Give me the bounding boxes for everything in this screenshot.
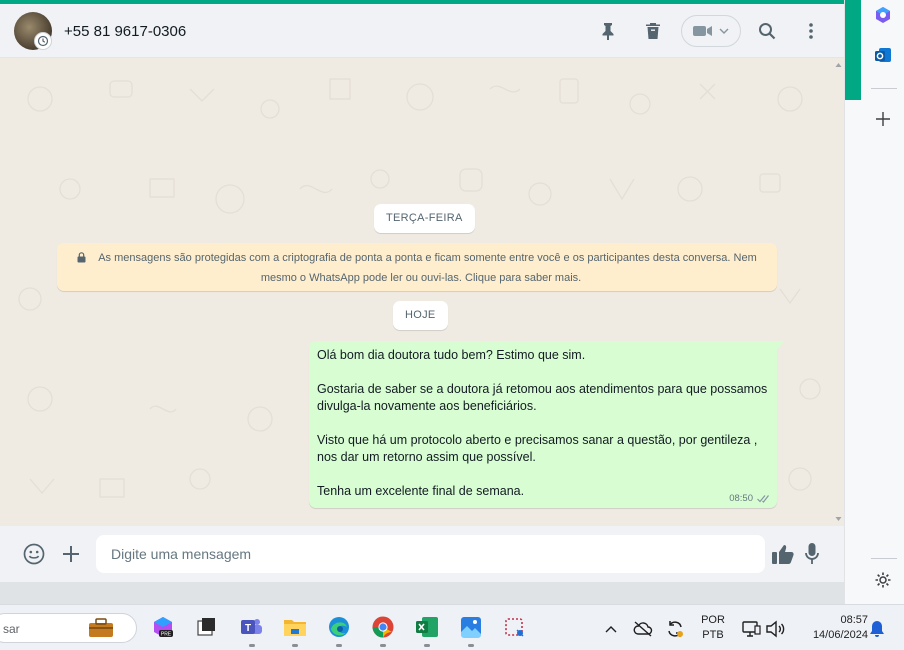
running-indicator	[336, 644, 342, 647]
running-indicator	[468, 644, 474, 647]
running-indicator	[424, 644, 430, 647]
svg-text:PRE: PRE	[161, 632, 172, 638]
network-icon[interactable]	[740, 618, 762, 640]
window-edge	[845, 0, 861, 100]
message-composer	[0, 526, 844, 582]
status-badge-icon	[34, 32, 52, 50]
running-indicator	[249, 644, 255, 647]
thumbs-up-icon[interactable]	[769, 540, 797, 568]
encryption-notice-text: As mensagens são protegidas com a cripto…	[98, 252, 757, 284]
photos-icon[interactable]	[458, 614, 484, 640]
snipping-tool-icon[interactable]	[502, 614, 528, 640]
windows-taskbar: sar PRE T POR PTB 08:57 14/06/2024	[0, 604, 904, 650]
running-indicator	[380, 644, 386, 647]
search-icon[interactable]	[754, 18, 780, 44]
taskbar-search-text: sar	[3, 622, 20, 636]
delete-icon[interactable]	[640, 18, 666, 44]
copilot-icon[interactable]	[872, 4, 894, 26]
pin-icon[interactable]	[595, 18, 621, 44]
teams-icon[interactable]: T	[238, 614, 264, 640]
volume-icon[interactable]	[764, 618, 786, 640]
attach-plus-icon[interactable]	[57, 540, 85, 568]
notification-bell-icon[interactable]	[866, 618, 888, 640]
sync-icon[interactable]	[664, 618, 686, 640]
outgoing-message-bubble[interactable]: Olá bom dia doutora tudo bem? Estimo que…	[309, 341, 777, 508]
language-code: POR	[701, 614, 725, 626]
running-indicator	[292, 644, 298, 647]
message-input[interactable]	[96, 535, 765, 573]
language-indicator[interactable]: POR PTB	[696, 613, 730, 643]
gear-icon[interactable]	[872, 569, 894, 591]
menu-dots-icon[interactable]	[798, 18, 824, 44]
date-pill-today: HOJE	[393, 301, 448, 330]
add-app-icon[interactable]	[872, 108, 894, 130]
contact-name[interactable]: +55 81 9617-0306	[64, 23, 186, 40]
message-text: Olá bom dia doutora tudo bem? Estimo que…	[317, 348, 768, 498]
briefcase-icon	[89, 618, 113, 637]
lock-icon	[77, 252, 86, 263]
outlook-icon[interactable]	[872, 44, 894, 66]
file-explorer-icon[interactable]	[282, 614, 308, 640]
message-time: 08:50	[729, 493, 753, 504]
bubble-tail	[777, 341, 785, 350]
chat-scrollbar[interactable]	[833, 59, 844, 525]
date-pill-tuesday: TERÇA-FEIRA	[374, 204, 475, 233]
excel-icon[interactable]	[414, 614, 440, 640]
svg-text:T: T	[245, 623, 251, 634]
clock-date: 14/06/2024	[812, 629, 868, 641]
double-check-icon	[757, 495, 769, 503]
chrome-icon[interactable]	[370, 614, 396, 640]
chevron-up-icon[interactable]	[600, 618, 622, 640]
task-view-icon[interactable]	[193, 614, 219, 640]
taskbar-search-box[interactable]: sar	[0, 613, 137, 643]
video-call-button[interactable]	[681, 15, 741, 47]
chat-header[interactable]: +55 81 9617-0306	[0, 4, 844, 58]
rail-divider	[871, 88, 897, 89]
taskbar-clock[interactable]: 08:57 14/06/2024	[796, 613, 868, 643]
microphone-icon[interactable]	[798, 540, 826, 568]
video-camera-icon	[693, 26, 712, 36]
emoji-icon[interactable]	[20, 540, 48, 568]
edge-icon[interactable]	[326, 614, 352, 640]
cloud-offline-icon[interactable]	[632, 618, 654, 640]
encryption-notice[interactable]: As mensagens são protegidas com a cripto…	[57, 243, 777, 291]
clock-time: 08:57	[840, 614, 868, 626]
keyboard-layout: PTB	[702, 629, 724, 641]
copilot-pre-icon[interactable]: PRE	[150, 614, 176, 640]
whatsapp-window: +55 81 9617-0306 TERÇA-FEIRA As mensagen…	[0, 0, 844, 582]
chevron-down-icon	[719, 28, 729, 34]
rail-divider	[871, 558, 897, 559]
chat-area[interactable]: TERÇA-FEIRA As mensagens são protegidas …	[0, 59, 844, 525]
app-side-rail	[844, 0, 904, 604]
